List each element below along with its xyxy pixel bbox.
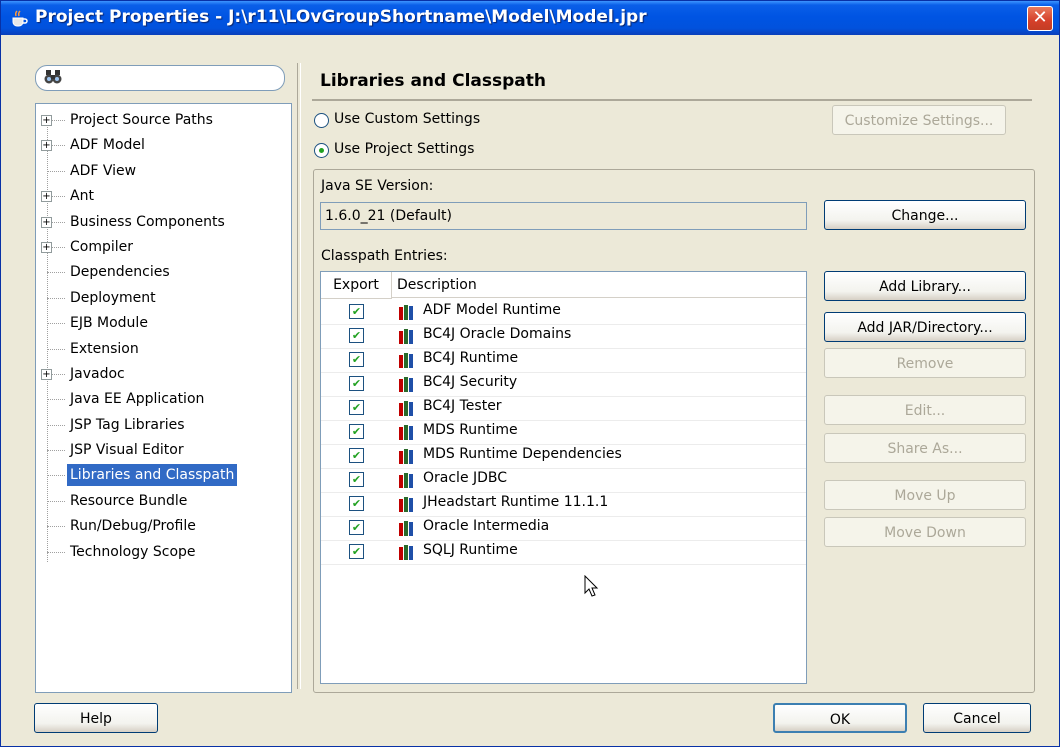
window-title: Project Properties - J:\r11\LOvGroupShor…	[35, 7, 647, 27]
tree-item-extension[interactable]: Extension	[36, 338, 286, 360]
expand-icon[interactable]: +	[41, 369, 52, 380]
export-checkbox[interactable]: ✔	[349, 520, 364, 535]
java-cup-icon	[12, 10, 28, 27]
add-library-button[interactable]: Add Library...	[824, 271, 1026, 301]
table-row[interactable]: ✔ MDS Runtime Dependencies	[321, 444, 806, 469]
edit-button[interactable]: Edit...	[824, 395, 1026, 425]
classpath-entries-label: Classpath Entries:	[321, 248, 448, 264]
cancel-button[interactable]: Cancel	[923, 703, 1031, 733]
project-properties-dialog: Project Properties - J:\r11\LOvGroupShor…	[0, 0, 1060, 747]
tree-item-adf-view[interactable]: ADF View	[36, 160, 286, 182]
table-row[interactable]: ✔ ADF Model Runtime	[321, 300, 806, 325]
export-checkbox[interactable]: ✔	[349, 544, 364, 559]
tree-item-ejb-module[interactable]: EJB Module	[36, 312, 286, 334]
library-icon	[399, 473, 413, 488]
export-checkbox[interactable]: ✔	[349, 496, 364, 511]
export-checkbox[interactable]: ✔	[349, 400, 364, 415]
binoculars-icon	[44, 70, 62, 84]
export-checkbox[interactable]: ✔	[349, 448, 364, 463]
title-bar[interactable]: Project Properties - J:\r11\LOvGroupShor…	[1, 1, 1059, 35]
ok-button[interactable]: OK	[773, 703, 907, 733]
move-up-button[interactable]: Move Up	[824, 480, 1026, 510]
tree-item-run-debug-profile[interactable]: Run/Debug/Profile	[36, 515, 286, 537]
tree-item-javadoc[interactable]: + Javadoc	[36, 363, 286, 385]
java-se-version-field: 1.6.0_21 (Default)	[320, 202, 807, 230]
close-button[interactable]: ✕	[1027, 6, 1053, 31]
move-down-button[interactable]: Move Down	[824, 517, 1026, 547]
radio-circle-icon	[314, 113, 329, 128]
table-row[interactable]: ✔ BC4J Oracle Domains	[321, 324, 806, 349]
add-jar-directory-button[interactable]: Add JAR/Directory...	[824, 312, 1026, 342]
table-row[interactable]: ✔ JHeadstart Runtime 11.1.1	[321, 492, 806, 517]
share-as-button[interactable]: Share As...	[824, 433, 1026, 463]
table-row[interactable]: ✔ MDS Runtime	[321, 420, 806, 445]
library-icon	[399, 449, 413, 464]
table-row[interactable]: ✔ SQLJ Runtime	[321, 540, 806, 565]
tree-item-deployment[interactable]: Deployment	[36, 287, 286, 309]
library-icon	[399, 521, 413, 536]
panel-header: Libraries and Classpath	[312, 65, 1032, 101]
search-field[interactable]	[35, 65, 285, 91]
expand-icon[interactable]: +	[41, 242, 52, 253]
classpath-table[interactable]: Export Description ✔ ADF Model Runtime ✔…	[320, 271, 807, 684]
library-icon	[399, 353, 413, 368]
tree-item-ant[interactable]: + Ant	[36, 185, 286, 207]
table-row[interactable]: ✔ Oracle JDBC	[321, 468, 806, 493]
tree-item-libraries-and-classpath[interactable]: Libraries and Classpath	[36, 464, 286, 486]
library-icon	[399, 377, 413, 392]
table-row[interactable]: ✔ BC4J Runtime	[321, 348, 806, 373]
expand-icon[interactable]: +	[41, 217, 52, 228]
library-icon	[399, 401, 413, 416]
tree-item-java-ee-application[interactable]: Java EE Application	[36, 388, 286, 410]
remove-button[interactable]: Remove	[824, 348, 1026, 378]
change-button[interactable]: Change...	[824, 200, 1026, 230]
library-icon	[399, 497, 413, 512]
java-se-version-label: Java SE Version:	[321, 178, 434, 194]
category-tree[interactable]: + Project Source Paths + ADF Model ADF V…	[35, 103, 292, 693]
expand-icon[interactable]: +	[41, 115, 52, 126]
library-icon	[399, 305, 413, 320]
help-button[interactable]: Help	[34, 703, 158, 733]
tree-item-dependencies[interactable]: Dependencies	[36, 261, 286, 283]
tree-item-adf-model[interactable]: + ADF Model	[36, 134, 286, 156]
panel-title: Libraries and Classpath	[320, 71, 547, 91]
radio-circle-icon	[314, 143, 329, 158]
expand-icon[interactable]: +	[41, 140, 52, 151]
export-checkbox[interactable]: ✔	[349, 376, 364, 391]
mouse-pointer-icon	[584, 575, 599, 597]
tree-item-resource-bundle[interactable]: Resource Bundle	[36, 490, 286, 512]
column-header-export[interactable]: Export	[321, 272, 392, 299]
tree-item-technology-scope[interactable]: Technology Scope	[36, 541, 286, 563]
export-checkbox[interactable]: ✔	[349, 472, 364, 487]
tree-item-jsp-tag-libraries[interactable]: JSP Tag Libraries	[36, 414, 286, 436]
splitter[interactable]	[297, 63, 301, 689]
library-icon	[399, 545, 413, 560]
library-icon	[399, 329, 413, 344]
export-checkbox[interactable]: ✔	[349, 352, 364, 367]
tree-item-compiler[interactable]: + Compiler	[36, 236, 286, 258]
customize-settings-button[interactable]: Customize Settings...	[832, 105, 1006, 135]
table-row[interactable]: ✔ BC4J Security	[321, 372, 806, 397]
expand-icon[interactable]: +	[41, 191, 52, 202]
table-row[interactable]: ✔ BC4J Tester	[321, 396, 806, 421]
tree-item-business-components[interactable]: + Business Components	[36, 211, 286, 233]
library-icon	[399, 425, 413, 440]
tree-item-jsp-visual-editor[interactable]: JSP Visual Editor	[36, 439, 286, 461]
table-row[interactable]: ✔ Oracle Intermedia	[321, 516, 806, 541]
export-checkbox[interactable]: ✔	[349, 424, 364, 439]
export-checkbox[interactable]: ✔	[349, 328, 364, 343]
column-header-description[interactable]: Description	[392, 272, 806, 298]
export-checkbox[interactable]: ✔	[349, 304, 364, 319]
tree-item-project-source-paths[interactable]: + Project Source Paths	[36, 109, 286, 131]
